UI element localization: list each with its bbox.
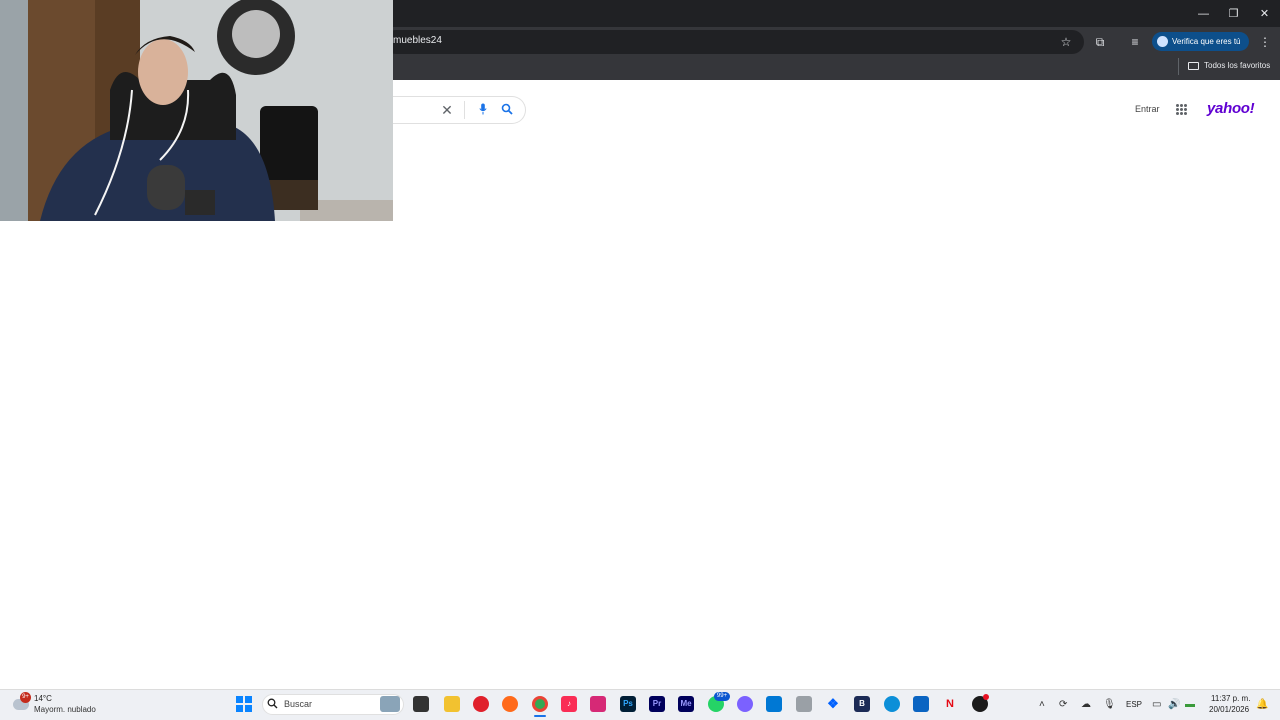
address-bar[interactable] bbox=[384, 30, 1084, 54]
instagram-icon[interactable] bbox=[590, 696, 606, 712]
photoshop-icon[interactable]: Ps bbox=[620, 696, 636, 712]
tray-chevron-icon[interactable]: ˄ bbox=[1039, 699, 1045, 710]
apple-music-icon[interactable]: ♪ bbox=[561, 696, 577, 712]
microphone-icon[interactable] bbox=[479, 103, 487, 115]
network-icon[interactable]: ▭ bbox=[1152, 699, 1161, 710]
onedrive-icon[interactable]: ☁ bbox=[1081, 699, 1091, 710]
notifications-icon[interactable]: 🔔 bbox=[1256, 699, 1268, 710]
menu-kebab-icon[interactable]: ⋮ bbox=[1258, 35, 1272, 49]
clock-date[interactable]: 20/01/2026 bbox=[1209, 705, 1249, 714]
start-button[interactable] bbox=[236, 696, 252, 712]
restore-icon[interactable]: ❐ bbox=[1218, 0, 1249, 27]
weather-badge: 9+ bbox=[20, 692, 31, 703]
weather-description[interactable]: Mayorm. nublado bbox=[34, 705, 96, 714]
opera-icon[interactable] bbox=[473, 696, 489, 712]
all-bookmarks-label: Todos los favoritos bbox=[1204, 61, 1271, 70]
all-bookmarks-button[interactable]: Todos los favoritos bbox=[1188, 61, 1270, 70]
apps-grid-icon[interactable] bbox=[1176, 104, 1187, 115]
firefox-icon[interactable] bbox=[502, 696, 518, 712]
battery-icon[interactable]: ▬ bbox=[1185, 699, 1195, 710]
extensions-icon[interactable]: ⧉ bbox=[1093, 35, 1107, 49]
language-indicator[interactable]: ESP bbox=[1126, 700, 1142, 709]
taskbar-search-placeholder: Buscar bbox=[284, 699, 313, 709]
clear-icon[interactable]: ✕ bbox=[440, 102, 454, 119]
weather-temperature[interactable]: 14°C bbox=[34, 694, 52, 703]
copilot-icon[interactable] bbox=[737, 696, 753, 712]
bookmark-star-icon[interactable]: ☆ bbox=[1059, 35, 1073, 49]
verify-identity-button[interactable]: Verifica que eres tú bbox=[1152, 32, 1249, 51]
webcam-video bbox=[0, 0, 393, 221]
outlook-icon[interactable] bbox=[913, 696, 929, 712]
address-bar-url: muebles24 bbox=[393, 35, 442, 46]
verify-label: Verifica que eres tú bbox=[1172, 37, 1241, 46]
premiere-icon[interactable]: Pr bbox=[649, 696, 665, 712]
whatsapp-badge: 99+ bbox=[714, 692, 730, 701]
reading-list-icon[interactable]: ≡ bbox=[1128, 35, 1142, 49]
signin-link[interactable]: Entrar bbox=[1135, 104, 1160, 114]
webcam-overlay bbox=[0, 0, 393, 221]
search-divider bbox=[464, 101, 465, 119]
media-encoder-icon[interactable]: Me bbox=[678, 696, 694, 712]
task-view-icon[interactable] bbox=[413, 696, 429, 712]
chrome-icon[interactable] bbox=[532, 696, 548, 712]
volume-icon[interactable]: 🔊 bbox=[1168, 699, 1180, 710]
netflix-icon[interactable]: N bbox=[942, 696, 958, 712]
taskbar-search-icon bbox=[267, 698, 278, 709]
store-icon[interactable] bbox=[766, 696, 782, 712]
microphone-tray-icon[interactable]: 🎙 bbox=[1103, 699, 1116, 710]
search-icon[interactable] bbox=[501, 103, 513, 115]
dropbox-icon[interactable]: ❖ bbox=[825, 696, 841, 712]
search-highlight-icon bbox=[380, 696, 400, 712]
steam-notification-dot bbox=[983, 694, 989, 700]
profile-icon bbox=[1157, 36, 1168, 47]
bookmarks-divider bbox=[1178, 58, 1179, 75]
yahoo-logo[interactable]: yahoo! bbox=[1207, 100, 1255, 117]
edge-icon[interactable] bbox=[884, 696, 900, 712]
clock-time[interactable]: 11:37 p. m. bbox=[1211, 694, 1250, 703]
sync-icon[interactable]: ⟳ bbox=[1059, 699, 1067, 710]
close-icon[interactable]: ✕ bbox=[1249, 0, 1280, 27]
keyboard-app-icon[interactable] bbox=[796, 696, 812, 712]
file-explorer-icon[interactable] bbox=[444, 696, 460, 712]
minimize-icon[interactable]: — bbox=[1188, 0, 1219, 27]
folder-icon bbox=[1188, 61, 1199, 70]
chrome-active-indicator bbox=[534, 715, 546, 717]
b-app-icon[interactable]: B bbox=[854, 696, 870, 712]
